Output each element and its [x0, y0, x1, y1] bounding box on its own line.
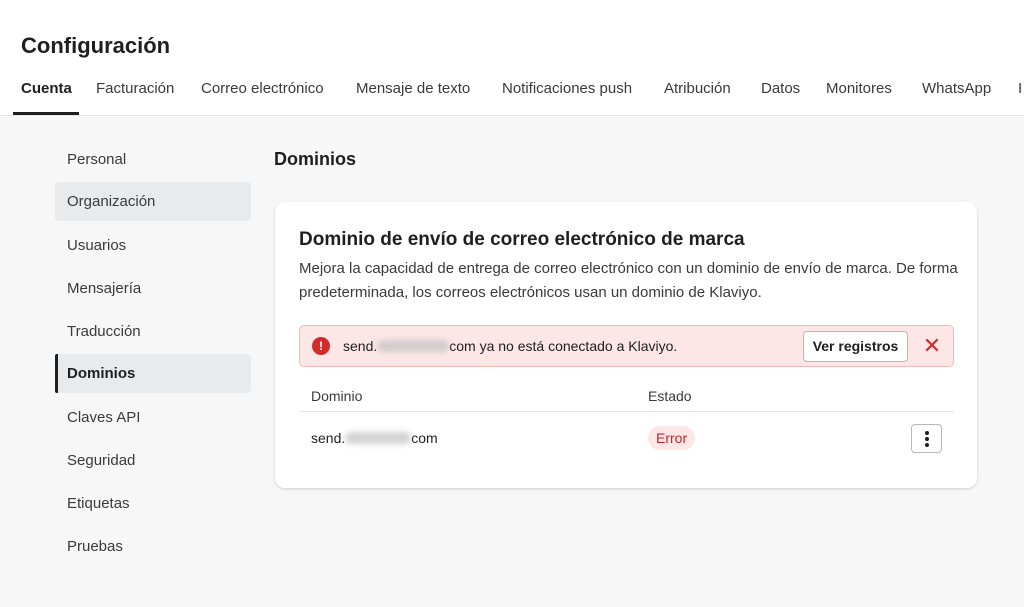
column-header-estado: Estado: [648, 388, 692, 404]
alert-domain-prefix: send.: [343, 338, 378, 354]
section-title: Dominios: [274, 149, 357, 169]
sidebar-item-traduccion[interactable]: Traducción: [55, 312, 251, 351]
active-tab-indicator: [13, 112, 79, 115]
tab-mensaje-de-texto[interactable]: Mensaje de texto: [356, 78, 470, 116]
tab-monitores[interactable]: Monitores: [826, 78, 892, 116]
sidebar-item-organizacion[interactable]: Organización: [55, 182, 251, 221]
tab-datos[interactable]: Datos: [761, 78, 800, 116]
alert-message: send. com ya no está conectado a Klaviyo.: [343, 338, 677, 354]
branded-domain-card: Dominio de envío de correo electrónico d…: [275, 202, 977, 488]
view-logs-button[interactable]: Ver registros: [803, 331, 908, 362]
redacted-domain: [345, 432, 412, 444]
card-description: Mejora la capacidad de entrega de correo…: [299, 260, 958, 301]
tab-whatsapp[interactable]: WhatsApp: [922, 78, 991, 116]
redacted-domain: [377, 340, 450, 352]
domain-suffix: com: [411, 430, 438, 446]
more-actions-button[interactable]: [911, 424, 942, 453]
tab-atribucion[interactable]: Atribución: [664, 78, 731, 116]
tab-overflow[interactable]: I: [1018, 78, 1022, 116]
tab-cuenta[interactable]: Cuenta: [21, 78, 72, 116]
tab-correo-electronico[interactable]: Correo electrónico: [201, 78, 324, 116]
tab-notificaciones-push[interactable]: Notificaciones push: [502, 78, 632, 116]
sidebar-item-etiquetas[interactable]: Etiquetas: [55, 484, 251, 523]
sidebar-item-usuarios[interactable]: Usuarios: [55, 226, 251, 265]
domain-cell: send. com: [311, 430, 438, 446]
page-title: Configuración: [21, 33, 171, 58]
table-row: send. com Error: [299, 413, 954, 463]
card-title: Dominio de envío de correo electrónico d…: [299, 229, 745, 250]
status-badge: Error: [648, 426, 696, 450]
error-circle-icon: !: [312, 337, 330, 355]
settings-tabs: Cuenta Facturación Correo electrónico Me…: [0, 78, 1024, 116]
sidebar-item-pruebas[interactable]: Pruebas: [55, 527, 251, 566]
alert-message-suffix: com ya no está conectado a Klaviyo.: [449, 338, 678, 354]
domains-table-header: Dominio Estado: [299, 382, 954, 412]
sidebar-item-seguridad[interactable]: Seguridad: [55, 441, 251, 480]
domain-prefix: send.: [311, 430, 346, 446]
close-icon[interactable]: ✕: [920, 334, 944, 358]
sidebar-item-mensajeria[interactable]: Mensajería: [55, 269, 251, 308]
tab-facturacion[interactable]: Facturación: [96, 78, 174, 116]
sidebar-item-personal[interactable]: Personal: [55, 140, 251, 179]
more-vertical-icon: [925, 431, 929, 447]
sidebar-item-claves-api[interactable]: Claves API: [55, 398, 251, 437]
sidebar-item-dominios[interactable]: Dominios: [55, 354, 251, 393]
settings-header: Configuración Cuenta Facturación Correo …: [0, 0, 1024, 116]
column-header-dominio: Dominio: [311, 388, 363, 404]
error-alert: ! send. com ya no está conectado a Klaviy…: [299, 325, 954, 367]
